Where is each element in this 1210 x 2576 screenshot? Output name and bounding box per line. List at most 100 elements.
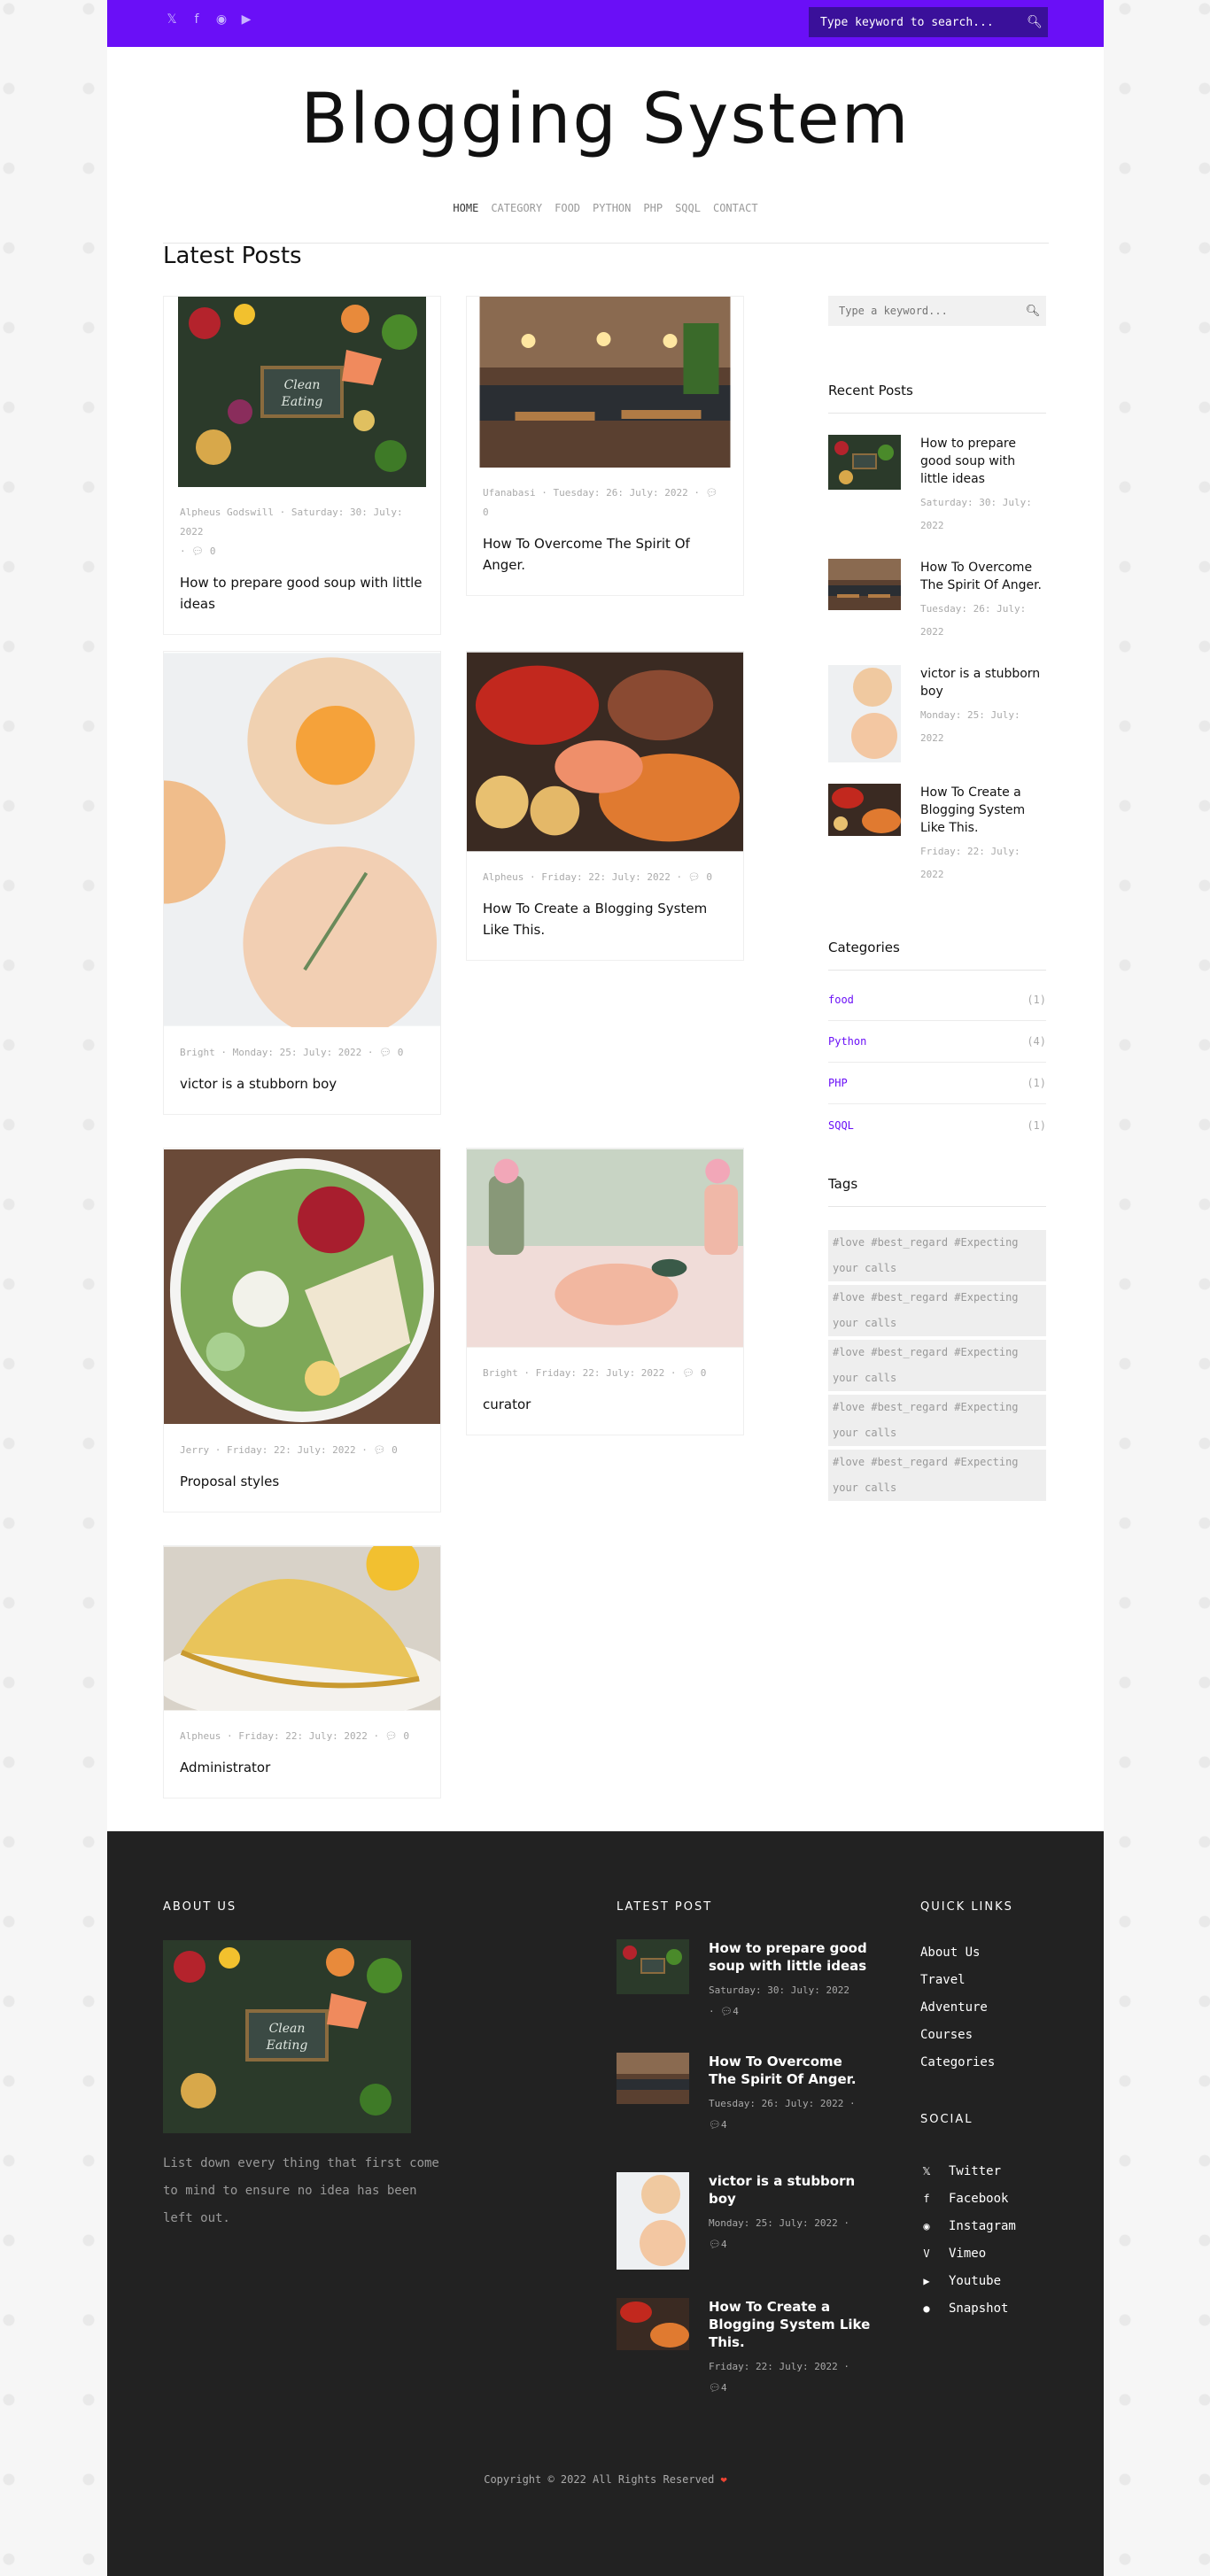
social-link-instagram[interactable]: ◉ Instagram — [920, 2212, 1015, 2239]
footer-post-thumbnail[interactable] — [617, 2172, 689, 2270]
comment-icon: 💬︎ — [373, 1444, 386, 1456]
main-nav: HOME CATEGORY FOOD PYTHON PHP SQQL CONTA… — [107, 202, 1104, 214]
recent-post-item[interactable]: victor is a stubborn boy Monday: 25: Jul… — [828, 665, 1046, 762]
recent-post-title[interactable]: How to prepare good soup with little ide… — [920, 435, 1046, 488]
comment-icon: 💬︎ — [705, 487, 718, 499]
search-icon[interactable]: 🔍︎ — [1021, 15, 1048, 29]
nav-python[interactable]: PYTHON — [593, 202, 631, 214]
social-link-facebook[interactable]: f Facebook — [920, 2185, 1016, 2212]
tag-item[interactable]: #love #best_regard #Expecting your calls — [828, 1395, 1046, 1446]
recent-post-date: Friday: 22: July: 2022 — [920, 846, 1020, 880]
post-title[interactable]: How To Overcome The Spirit Of Anger. — [467, 522, 743, 595]
footer-post-thumbnail[interactable] — [617, 1939, 689, 1994]
recent-post-item[interactable]: How To Create a Blogging System Like Thi… — [828, 784, 1046, 886]
tag-item[interactable]: #love #best_regard #Expecting your calls — [828, 1230, 1046, 1281]
tag-item[interactable]: #love #best_regard #Expecting your calls — [828, 1285, 1046, 1336]
recent-post-title[interactable]: How To Create a Blogging System Like Thi… — [920, 784, 1046, 837]
nav-category[interactable]: CATEGORY — [491, 202, 542, 214]
svg-text:Eating: Eating — [281, 395, 323, 409]
recent-post-thumbnail[interactable] — [828, 559, 901, 610]
post-card[interactable]: Bright · Friday: 22: July: 2022 · 💬︎ 0 c… — [466, 1148, 744, 1435]
footer-post-title[interactable]: How To Overcome The Spirit Of Anger. — [709, 2053, 873, 2088]
nav-food[interactable]: FOOD — [555, 202, 580, 214]
social-link-snapshot[interactable]: ● Snapshot — [920, 2294, 1016, 2322]
tag-item[interactable]: #love #best_regard #Expecting your calls — [828, 1340, 1046, 1391]
post-title[interactable]: curator — [467, 1383, 743, 1435]
post-image[interactable] — [467, 652, 743, 852]
recent-post-thumbnail[interactable] — [828, 784, 901, 836]
post-image[interactable] — [164, 652, 440, 1027]
recent-post-item[interactable]: How to prepare good soup with little ide… — [828, 435, 1046, 538]
tags-list: #love #best_regard #Expecting your calls… — [828, 1230, 1046, 1501]
copyright: Copyright © 2022 All Rights Reserved ❤ — [484, 2473, 727, 2486]
post-card[interactable]: Alpheus · Friday: 22: July: 2022 · 💬︎ 0 … — [163, 1545, 441, 1799]
post-image[interactable] — [164, 1149, 440, 1425]
recent-post-item[interactable]: How To Overcome The Spirit Of Anger. Tue… — [828, 559, 1046, 644]
post-image[interactable] — [467, 297, 743, 468]
quick-link-categories[interactable]: Categories — [920, 2055, 995, 2083]
sidebar-search-input[interactable] — [828, 305, 1020, 317]
post-meta: Alpheus · Friday: 22: July: 2022 · 💬︎ 0 — [483, 871, 713, 883]
post-meta: Bright · Friday: 22: July: 2022 · 💬︎ 0 — [483, 1367, 707, 1379]
svg-text:Clean: Clean — [269, 2022, 306, 2036]
comment-icon: 💬︎ — [379, 1047, 392, 1058]
category-item[interactable]: food (1) — [828, 979, 1046, 1021]
category-item[interactable]: SQQL (1) — [828, 1104, 1046, 1146]
post-card[interactable]: Jerry · Friday: 22: July: 2022 · 💬︎ 0 Pr… — [163, 1148, 441, 1512]
page-container: 𝕏 f ◉ ▶ 🔍︎ Blogging System HOME CATEGORY… — [107, 0, 1104, 2576]
post-image[interactable] — [467, 1149, 743, 1348]
post-meta: Alpheus · Friday: 22: July: 2022 · 💬︎ 0 — [180, 1730, 410, 1742]
footer-post-title[interactable]: victor is a stubborn boy — [709, 2172, 873, 2208]
footer-post-item[interactable]: victor is a stubborn boy Monday: 25: Jul… — [617, 2172, 873, 2270]
quick-link-courses[interactable]: Courses — [920, 2028, 995, 2055]
nav-contact[interactable]: CONTACT — [713, 202, 758, 214]
footer-post-thumbnail[interactable] — [617, 2298, 689, 2350]
footer-post-title[interactable]: How To Create a Blogging System Like Thi… — [709, 2298, 873, 2351]
quick-link-adventure[interactable]: Adventure — [920, 2000, 995, 2028]
recent-post-thumbnail[interactable] — [828, 435, 901, 490]
social-link-youtube[interactable]: ▶ Youtube — [920, 2267, 1016, 2294]
post-title[interactable]: How to prepare good soup with little ide… — [164, 561, 440, 634]
post-image[interactable] — [164, 1546, 440, 1711]
site-title[interactable]: Blogging System — [107, 80, 1104, 159]
post-card[interactable]: Alpheus · Friday: 22: July: 2022 · 💬︎ 0 … — [466, 651, 744, 961]
quick-link-travel[interactable]: Travel — [920, 1973, 995, 2000]
twitter-icon[interactable]: 𝕏 — [166, 12, 178, 27]
top-search-input[interactable] — [809, 7, 1021, 37]
snapchat-icon: ● — [923, 2301, 930, 2315]
recent-post-date: Saturday: 30: July: 2022 — [920, 497, 1032, 531]
post-title[interactable]: Proposal styles — [164, 1460, 440, 1512]
footer-post-title[interactable]: How to prepare good soup with little ide… — [709, 1939, 873, 1975]
nav-php[interactable]: PHP — [643, 202, 663, 214]
nav-home[interactable]: HOME — [453, 202, 478, 214]
quick-link-about-us[interactable]: About Us — [920, 1946, 995, 1973]
post-card[interactable]: Clean Eating Alpheus Godswill · Saturday… — [163, 296, 441, 635]
youtube-icon[interactable]: ▶ — [240, 12, 252, 27]
search-icon[interactable]: 🔍︎ — [1020, 305, 1046, 318]
post-title[interactable]: victor is a stubborn boy — [164, 1063, 440, 1114]
comment-icon: 💬︎ — [720, 2006, 733, 2017]
svg-text:Eating: Eating — [266, 2038, 308, 2053]
post-card[interactable]: Ufanabasi · Tuesday: 26: July: 2022 · 💬︎… — [466, 296, 744, 596]
social-link-vimeo[interactable]: V Vimeo — [920, 2239, 1016, 2267]
recent-post-title[interactable]: How To Overcome The Spirit Of Anger. — [920, 559, 1046, 594]
recent-post-title[interactable]: victor is a stubborn boy — [920, 665, 1046, 700]
footer-post-item[interactable]: How to prepare good soup with little ide… — [617, 1939, 873, 2023]
post-image[interactable]: Clean Eating — [164, 297, 440, 487]
post-title[interactable]: Administrator — [164, 1746, 440, 1798]
category-item[interactable]: PHP (1) — [828, 1063, 1046, 1104]
tag-item[interactable]: #love #best_regard #Expecting your calls — [828, 1450, 1046, 1501]
footer-post-item[interactable]: How To Create a Blogging System Like Thi… — [617, 2298, 873, 2399]
footer-post-item[interactable]: How To Overcome The Spirit Of Anger. Tue… — [617, 2053, 873, 2136]
sidebar: 🔍︎ Recent Posts How to prepare good soup… — [828, 296, 1046, 1505]
post-title[interactable]: How To Create a Blogging System Like Thi… — [467, 887, 743, 960]
top-search-box: 🔍︎ — [809, 7, 1048, 37]
footer-post-thumbnail[interactable] — [617, 2053, 689, 2104]
social-link-twitter[interactable]: 𝕏 Twitter — [920, 2157, 1016, 2185]
facebook-icon[interactable]: f — [190, 12, 203, 27]
nav-sqql[interactable]: SQQL — [675, 202, 701, 214]
category-item[interactable]: Python (4) — [828, 1021, 1046, 1063]
post-card[interactable]: Bright · Monday: 25: July: 2022 · 💬︎ 0 v… — [163, 651, 441, 1115]
recent-post-thumbnail[interactable] — [828, 665, 901, 762]
instagram-icon[interactable]: ◉ — [215, 12, 228, 27]
